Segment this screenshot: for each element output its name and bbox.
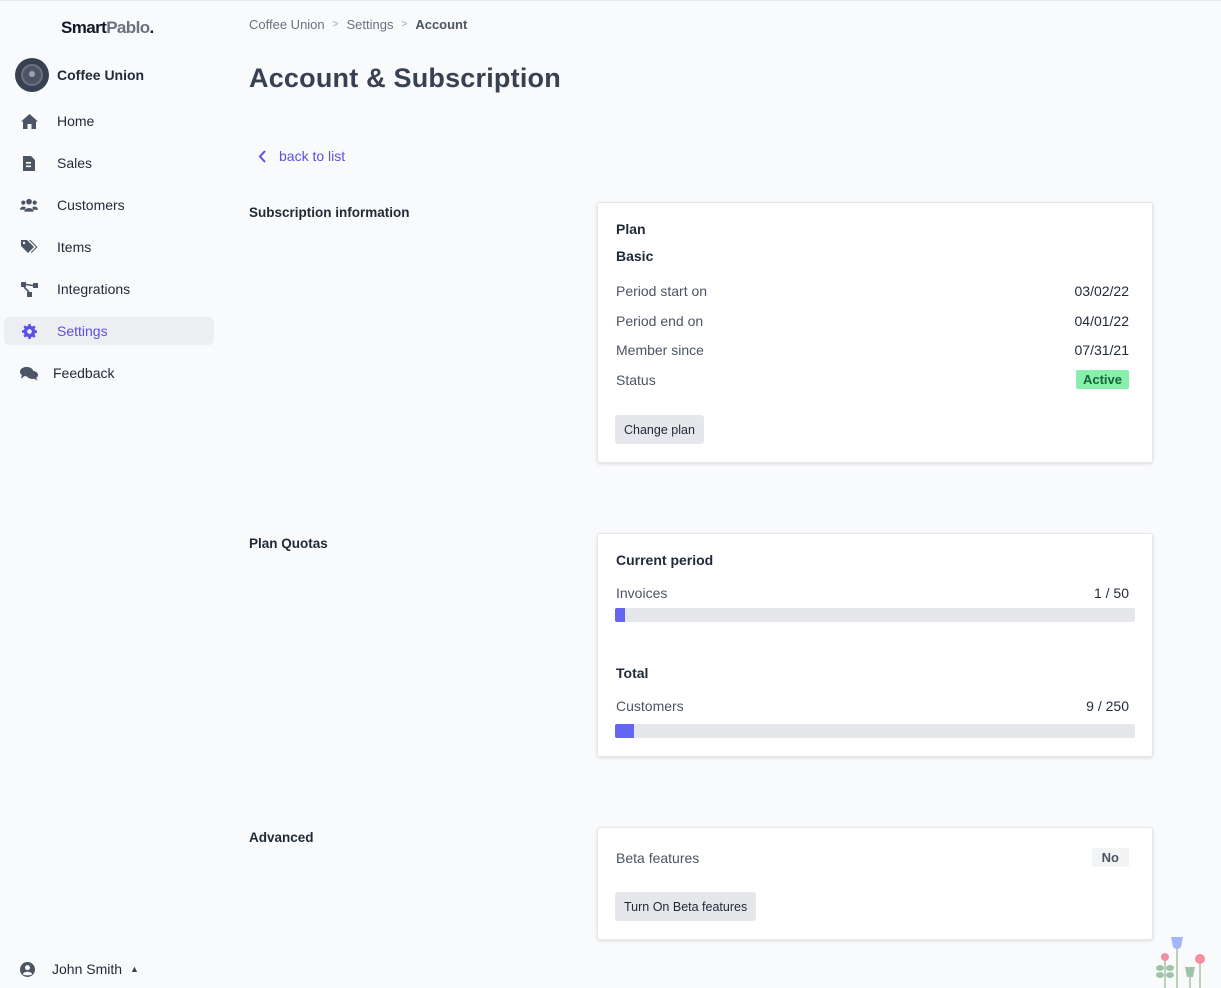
sidebar-item-items[interactable]: Items [4, 233, 214, 261]
sidebar-item-label: Home [57, 113, 95, 129]
detail-value: 07/31/21 [1074, 342, 1130, 358]
detail-label: Status [616, 371, 656, 388]
back-to-list-link[interactable]: back to list [258, 148, 345, 164]
org-switcher[interactable]: Coffee Union [15, 58, 144, 92]
sidebar-item-label: Integrations [57, 281, 131, 297]
sidebar-item-label: Customers [57, 197, 125, 213]
detail-row-period-end: Period end on 04/01/22 [616, 313, 1129, 329]
tags-icon [20, 238, 38, 256]
quota-label: Customers [616, 698, 684, 714]
page-title: Account & Subscription [249, 63, 561, 93]
gear-icon [20, 322, 38, 340]
change-plan-button[interactable]: Change plan [615, 415, 704, 444]
sidebar-item-settings[interactable]: Settings [4, 317, 214, 345]
sidebar-item-label: Items [57, 239, 92, 255]
sidebar-item-label: Settings [57, 323, 108, 339]
plan-name: Basic [616, 248, 654, 264]
section-label-quotas: Plan Quotas [249, 536, 328, 551]
integrations-icon [20, 280, 38, 298]
breadcrumb: Coffee Union > Settings > Account [249, 17, 467, 32]
invoices-progress-bar [615, 608, 1135, 622]
sidebar-item-sales[interactable]: Sales [4, 149, 214, 177]
sidebar-item-label: Sales [57, 155, 93, 171]
beta-features-row: Beta features No [616, 848, 1129, 867]
customers-progress-fill [615, 724, 634, 738]
chevron-right-icon: > [401, 19, 408, 30]
sidebar-nav: Home Sales Customers Items Integrations [4, 107, 214, 401]
users-icon [20, 196, 38, 214]
sidebar-item-integrations[interactable]: Integrations [4, 275, 214, 303]
invoice-icon [20, 154, 38, 172]
comments-icon [20, 364, 38, 382]
sidebar-item-label: Feedback [53, 365, 115, 381]
beta-label: Beta features [616, 849, 700, 866]
section-label-advanced: Advanced [249, 830, 314, 845]
invoices-progress-fill [615, 608, 626, 622]
chevron-left-icon [258, 149, 267, 163]
detail-row-member-since: Member since 07/31/21 [616, 342, 1129, 358]
brand-logo[interactable]: SmartPablo. [61, 18, 154, 38]
detail-label: Period start on [616, 283, 708, 299]
quota-value: 1 / 50 [1093, 585, 1129, 601]
detail-value: 04/01/22 [1074, 313, 1130, 329]
detail-row-status: Status Active [616, 370, 1129, 389]
quota-value: 9 / 250 [1086, 698, 1129, 714]
back-label: back to list [279, 148, 346, 164]
breadcrumb-item-org[interactable]: Coffee Union [249, 17, 325, 32]
status-badge: Active [1075, 370, 1129, 389]
customers-progress-bar [615, 724, 1135, 738]
detail-row-period-start: Period start on 03/02/22 [616, 283, 1129, 299]
plan-heading: Plan [616, 221, 646, 237]
org-avatar [15, 58, 49, 92]
breadcrumb-item-current: Account [415, 17, 468, 32]
quota-label: Invoices [616, 585, 668, 601]
home-icon [20, 112, 38, 130]
user-menu[interactable]: John Smith ▲ [20, 961, 139, 977]
brand-smart: Smart [61, 18, 107, 37]
detail-value: 03/02/22 [1074, 283, 1130, 299]
org-name: Coffee Union [57, 67, 145, 83]
quotas-card: Current period Invoices 1 / 50 Total Cus… [597, 533, 1153, 757]
turn-on-beta-button[interactable]: Turn On Beta features [615, 892, 757, 921]
brand-pablo: Pablo [106, 18, 150, 37]
sidebar-item-home[interactable]: Home [4, 107, 214, 135]
user-name: John Smith [52, 961, 123, 977]
beta-status-badge: No [1091, 848, 1129, 867]
flowers-decoration-icon [1150, 933, 1212, 988]
brand-dot: . [149, 18, 154, 37]
caret-up-icon: ▲ [130, 964, 139, 974]
chevron-right-icon: > [332, 19, 339, 30]
quota-row-invoices: Invoices 1 / 50 [616, 585, 1129, 601]
current-period-heading: Current period [616, 552, 714, 568]
sidebar-item-customers[interactable]: Customers [4, 191, 214, 219]
breadcrumb-item-settings[interactable]: Settings [347, 17, 394, 32]
total-heading: Total [616, 665, 649, 681]
subscription-card: Plan Basic Period start on 03/02/22 Peri… [597, 202, 1153, 463]
sidebar: SmartPablo. Coffee Union Home Sales Cust… [0, 1, 222, 988]
quota-row-customers: Customers 9 / 250 [616, 698, 1129, 714]
advanced-card: Beta features No Turn On Beta features [597, 827, 1153, 940]
detail-label: Period end on [616, 313, 704, 329]
section-label-subscription: Subscription information [249, 205, 410, 220]
user-circle-icon [20, 961, 35, 977]
sidebar-item-feedback[interactable]: Feedback [4, 359, 214, 387]
detail-label: Member since [616, 342, 704, 358]
